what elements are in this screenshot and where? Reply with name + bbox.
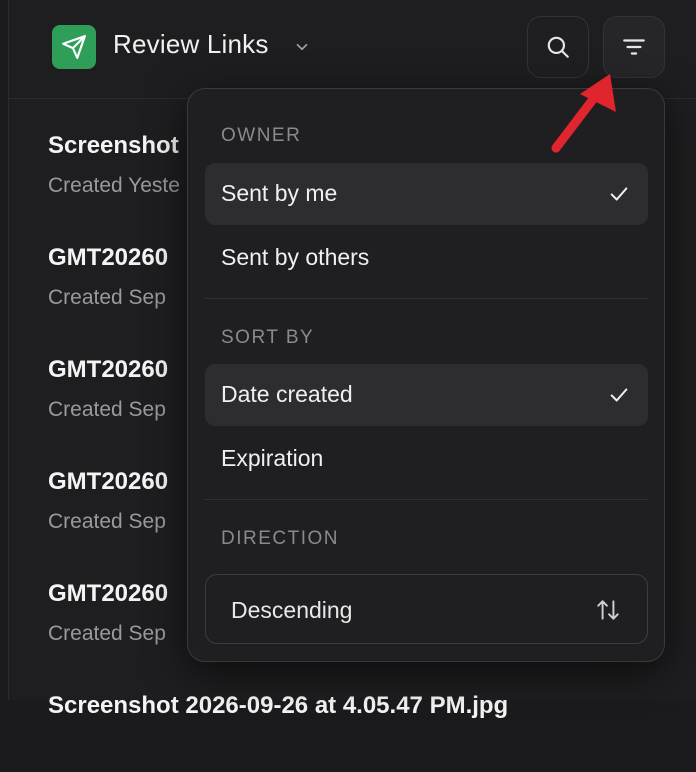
checkmark-icon: [610, 388, 628, 402]
item-title: GMT20260: [48, 468, 169, 495]
section-divider: [205, 298, 648, 299]
owner-section-label: OWNER: [221, 125, 302, 146]
send-icon: [62, 35, 86, 59]
option-date-created[interactable]: Date created: [205, 364, 648, 426]
item-subtitle: Created Sep: [48, 622, 166, 645]
item-title: Screenshot 2026-09-26 at 4.05.47 PM.jpg: [48, 692, 509, 719]
search-icon: [547, 36, 569, 58]
item-subtitle: Created Sep: [48, 510, 166, 533]
option-sent-by-me[interactable]: Sent by me: [205, 163, 648, 225]
list-item[interactable]: Screenshot 2026-09-26 at 4.05.47 PM.jpg: [48, 672, 648, 772]
item-title: GMT20260: [48, 580, 169, 607]
item-subtitle: Created Sep: [48, 286, 166, 309]
page-title[interactable]: Review Links: [113, 29, 269, 60]
filter-icon: [623, 39, 645, 55]
option-expiration[interactable]: Expiration: [205, 428, 648, 490]
option-label: Sent by me: [221, 180, 338, 206]
item-subtitle: Created Yeste: [48, 174, 180, 197]
item-subtitle: Created Sep: [48, 398, 166, 421]
item-title: GMT20260: [48, 244, 169, 271]
item-title: GMT20260: [48, 356, 169, 383]
checkmark-icon: [610, 187, 628, 201]
option-sent-by-others[interactable]: Sent by others: [205, 227, 648, 289]
chevron-down-icon[interactable]: [293, 38, 311, 56]
option-label: Date created: [221, 381, 353, 407]
direction-section-label: DIRECTION: [221, 528, 339, 549]
direction-value: Descending: [231, 597, 353, 623]
option-label: Sent by others: [221, 244, 370, 270]
section-divider: [205, 499, 648, 500]
item-title: Screenshot: [48, 132, 179, 159]
direction-select[interactable]: Descending: [205, 574, 648, 644]
filter-dropdown: OWNER Sent by me Sent by others SORT BY …: [187, 88, 665, 662]
sort-arrows-icon: [597, 600, 619, 620]
option-label: Expiration: [221, 445, 324, 471]
annotation-arrow: [551, 74, 616, 153]
sort-by-section-label: SORT BY: [221, 327, 315, 348]
app-icon: [52, 25, 96, 69]
